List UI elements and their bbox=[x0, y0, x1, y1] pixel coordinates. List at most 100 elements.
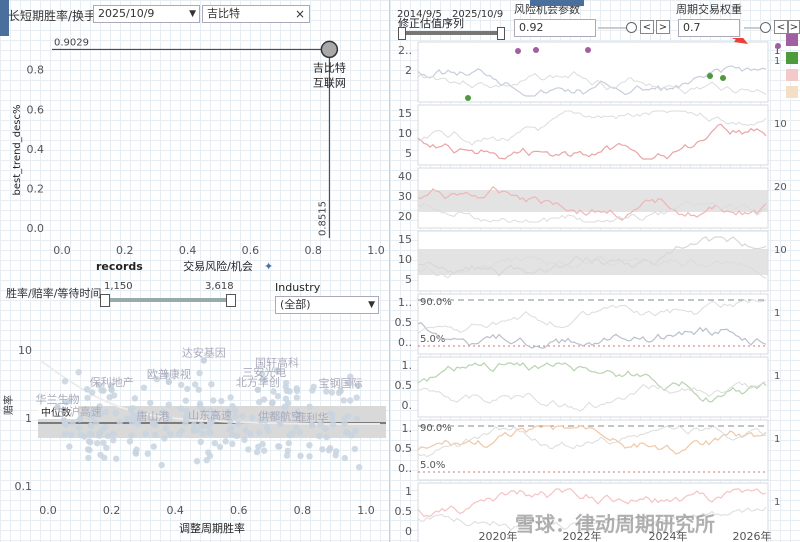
scatter-dot bbox=[178, 427, 185, 434]
time-series-panels: 2..2115105104030202015105101..0.50..190.… bbox=[395, 38, 787, 542]
scatter-dot bbox=[270, 388, 277, 395]
risk-prev-button[interactable]: < bbox=[640, 20, 654, 34]
scatter-dot bbox=[110, 430, 117, 437]
y-tick-label: 0.0 bbox=[27, 222, 45, 235]
scatter-dot bbox=[260, 396, 268, 403]
scatter-dot bbox=[232, 407, 239, 414]
ts-y-tick: 10 bbox=[398, 253, 412, 266]
ts-right-label: 1 bbox=[774, 434, 780, 445]
x-ticks: 0.0 0.2 0.4 0.6 0.8 1.0 bbox=[39, 504, 375, 517]
chevron-down-icon: ▼ bbox=[189, 9, 196, 19]
scatter-dot bbox=[259, 440, 266, 448]
ts-y-tick: 30 bbox=[398, 190, 412, 203]
ts-x-tick: 2026年 bbox=[733, 529, 772, 542]
ts-y-tick: 0.5 bbox=[395, 316, 413, 329]
records-slider-track[interactable] bbox=[104, 298, 230, 302]
scatter-dot bbox=[329, 421, 337, 428]
stock-label: 达安基因 bbox=[182, 346, 226, 360]
close-icon[interactable]: × bbox=[295, 6, 305, 22]
scatter-dot bbox=[195, 386, 202, 393]
scatter-dot bbox=[306, 453, 313, 460]
ts-panel: 15 10 5 10 bbox=[398, 230, 787, 292]
risk-input[interactable]: 0.92 bbox=[514, 19, 596, 37]
scatter-dot bbox=[140, 384, 148, 391]
ts-panel: 15 10 5 10 bbox=[398, 104, 787, 166]
pct-bottom: 5.0% bbox=[420, 460, 445, 471]
scatter-dot bbox=[152, 431, 159, 438]
ts-x-tick: 2020年 bbox=[479, 529, 518, 542]
scatter-dot bbox=[61, 378, 69, 385]
x-axis-label: 调整周期胜率 bbox=[179, 521, 245, 535]
scatter-dot bbox=[227, 394, 234, 401]
chevron-down-icon: ▼ bbox=[368, 300, 375, 310]
ts-right-label: 1 bbox=[774, 497, 780, 508]
scatter-dot bbox=[232, 413, 239, 420]
scatter-dot bbox=[104, 432, 112, 440]
scatter-dot bbox=[341, 454, 348, 462]
scatter-dot bbox=[131, 395, 139, 402]
x-tick-label: 0.8 bbox=[294, 504, 312, 517]
ts-y-tick: 1 bbox=[405, 485, 412, 498]
ref-x-label: 0.8515 bbox=[317, 201, 328, 236]
weight-prev-button[interactable]: < bbox=[774, 20, 788, 34]
scatter-dot bbox=[340, 397, 347, 404]
stock-label: 宝钢国际 bbox=[319, 376, 363, 390]
x-tick-label: 0.0 bbox=[39, 504, 57, 517]
ts-y-tick: 0 bbox=[405, 525, 412, 538]
risk-slider[interactable] bbox=[598, 27, 628, 29]
stock-label: 唐山港 bbox=[136, 409, 169, 423]
scatter-dot bbox=[306, 442, 313, 449]
date-range-slider[interactable] bbox=[400, 31, 500, 35]
scatter-dot bbox=[165, 401, 172, 408]
ts-right-label: 1 bbox=[774, 56, 780, 67]
scatter-dot bbox=[81, 433, 88, 440]
y-axis-label: 赔率 bbox=[2, 395, 15, 415]
date-select[interactable]: 2025/10/9 ▼ bbox=[93, 5, 200, 23]
weight-slider-handle[interactable] bbox=[760, 22, 771, 33]
signal-dot bbox=[707, 73, 713, 79]
risk-value: 0.92 bbox=[519, 21, 544, 34]
weight-input[interactable]: 0.7 bbox=[678, 19, 740, 37]
records-label: records bbox=[96, 260, 143, 273]
ts-y-tick: 2.. bbox=[398, 44, 412, 57]
weight-label: 周期交易权重 bbox=[676, 3, 742, 16]
scatter-dot bbox=[207, 429, 214, 436]
scatter-dot bbox=[87, 439, 94, 446]
scatter-dot bbox=[286, 388, 293, 395]
risk-next-button[interactable]: > bbox=[656, 20, 670, 34]
scatter-dot bbox=[283, 452, 291, 459]
records-slider-min-handle[interactable] bbox=[100, 294, 110, 307]
ts-panel: 1. 0.5 0. 1 bbox=[395, 356, 780, 418]
industry-select[interactable]: (全部) ▼ bbox=[275, 296, 379, 314]
scatter-dot bbox=[275, 443, 282, 450]
signal-dot bbox=[720, 75, 726, 81]
x-tick-label: 0.6 bbox=[230, 504, 248, 517]
scatter-dot bbox=[333, 448, 340, 455]
x-tick-label: 0.4 bbox=[179, 244, 197, 257]
weight-next-button[interactable]: > bbox=[788, 20, 800, 34]
scatter-dot bbox=[61, 418, 69, 425]
pct-top: 90.0% bbox=[420, 423, 452, 434]
date-range-end: 2025/10/9 bbox=[452, 9, 504, 20]
scatter-dot bbox=[297, 452, 304, 459]
scatter-dot bbox=[61, 430, 68, 438]
records-slider-max-handle[interactable] bbox=[226, 294, 236, 307]
y-tick-label: 0.1 bbox=[15, 480, 33, 493]
ts-y-tick: 15 bbox=[398, 107, 412, 120]
ts-y-tick: 0.5 bbox=[395, 379, 413, 392]
scatter-dot bbox=[128, 432, 135, 439]
stock-input[interactable]: 吉比特 × bbox=[202, 5, 310, 23]
scatter-dot bbox=[112, 409, 120, 417]
industry-label: Industry bbox=[275, 281, 321, 294]
ts-panel: 1..0.50..190.0%5.0% bbox=[395, 293, 780, 355]
scatter-dot bbox=[208, 381, 215, 388]
scatter-dot bbox=[144, 450, 151, 457]
risk-slider-handle[interactable] bbox=[626, 22, 637, 33]
ts-y-tick: 1.. bbox=[398, 296, 412, 309]
scatter-dot bbox=[322, 425, 329, 433]
scatter-dot bbox=[326, 444, 334, 452]
scatter-dot bbox=[241, 436, 248, 444]
scatter-dot bbox=[97, 451, 104, 459]
scatter-dot bbox=[319, 446, 326, 453]
stock-label: 保利地产 bbox=[90, 375, 134, 389]
